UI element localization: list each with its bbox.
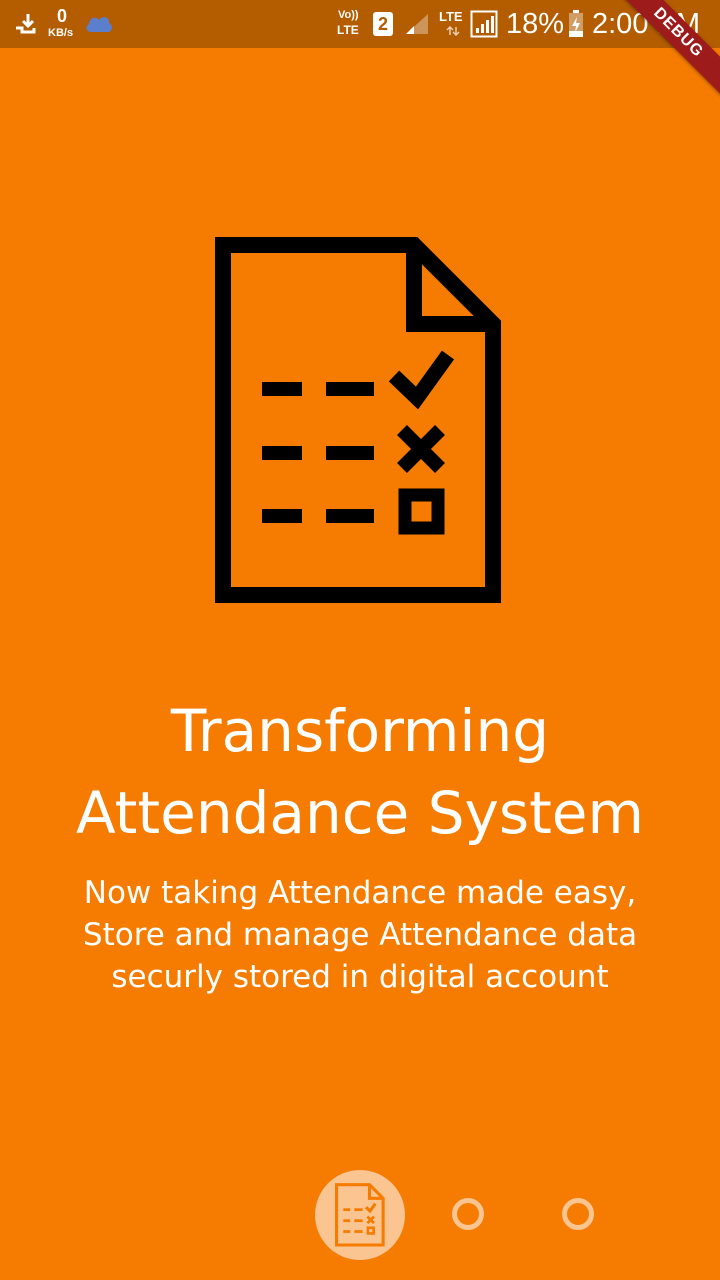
battery-charging-icon bbox=[569, 10, 583, 37]
net-speed-unit: KB/s bbox=[48, 27, 74, 39]
signal-strong-icon bbox=[470, 10, 498, 38]
title-line-1: Transforming bbox=[170, 697, 550, 765]
sim-badge: 2 bbox=[373, 12, 393, 36]
onboarding-description: Now taking Attendance made easy, Store a… bbox=[40, 872, 680, 998]
page-indicator-1-active[interactable] bbox=[315, 1170, 405, 1260]
data-arrows-icon bbox=[446, 26, 460, 36]
net-speed-value: 0 bbox=[57, 6, 68, 26]
description-line-3: securly stored in digital account bbox=[111, 959, 609, 995]
volte-label-bottom: LTE bbox=[337, 23, 359, 37]
volte-label-top: Vo)) bbox=[338, 9, 359, 21]
description-line-2: Store and manage Attendance data bbox=[82, 917, 638, 953]
checklist-document-small-icon bbox=[335, 1183, 385, 1247]
onboarding-title: Transforming Attendance System bbox=[0, 690, 720, 854]
cloud-icon bbox=[86, 17, 112, 32]
page-indicator-3[interactable] bbox=[562, 1198, 594, 1230]
clock: 2:00 PM bbox=[592, 8, 700, 40]
download-notification-icon bbox=[16, 14, 36, 34]
page-indicator bbox=[0, 1170, 720, 1260]
description-line-1: Now taking Attendance made easy, bbox=[83, 875, 637, 911]
signal-weak-icon bbox=[406, 14, 428, 34]
sim-badge-number: 2 bbox=[377, 14, 388, 34]
page-indicator-2[interactable] bbox=[452, 1198, 484, 1230]
battery-percent: 18% bbox=[506, 8, 565, 40]
title-line-2: Attendance System bbox=[76, 779, 644, 847]
lte-label: LTE bbox=[439, 9, 463, 24]
status-bar: 0 KB/s Vo)) LTE 2 LTE 18% 2:00 PM bbox=[0, 0, 720, 48]
checklist-document-icon bbox=[215, 237, 501, 603]
